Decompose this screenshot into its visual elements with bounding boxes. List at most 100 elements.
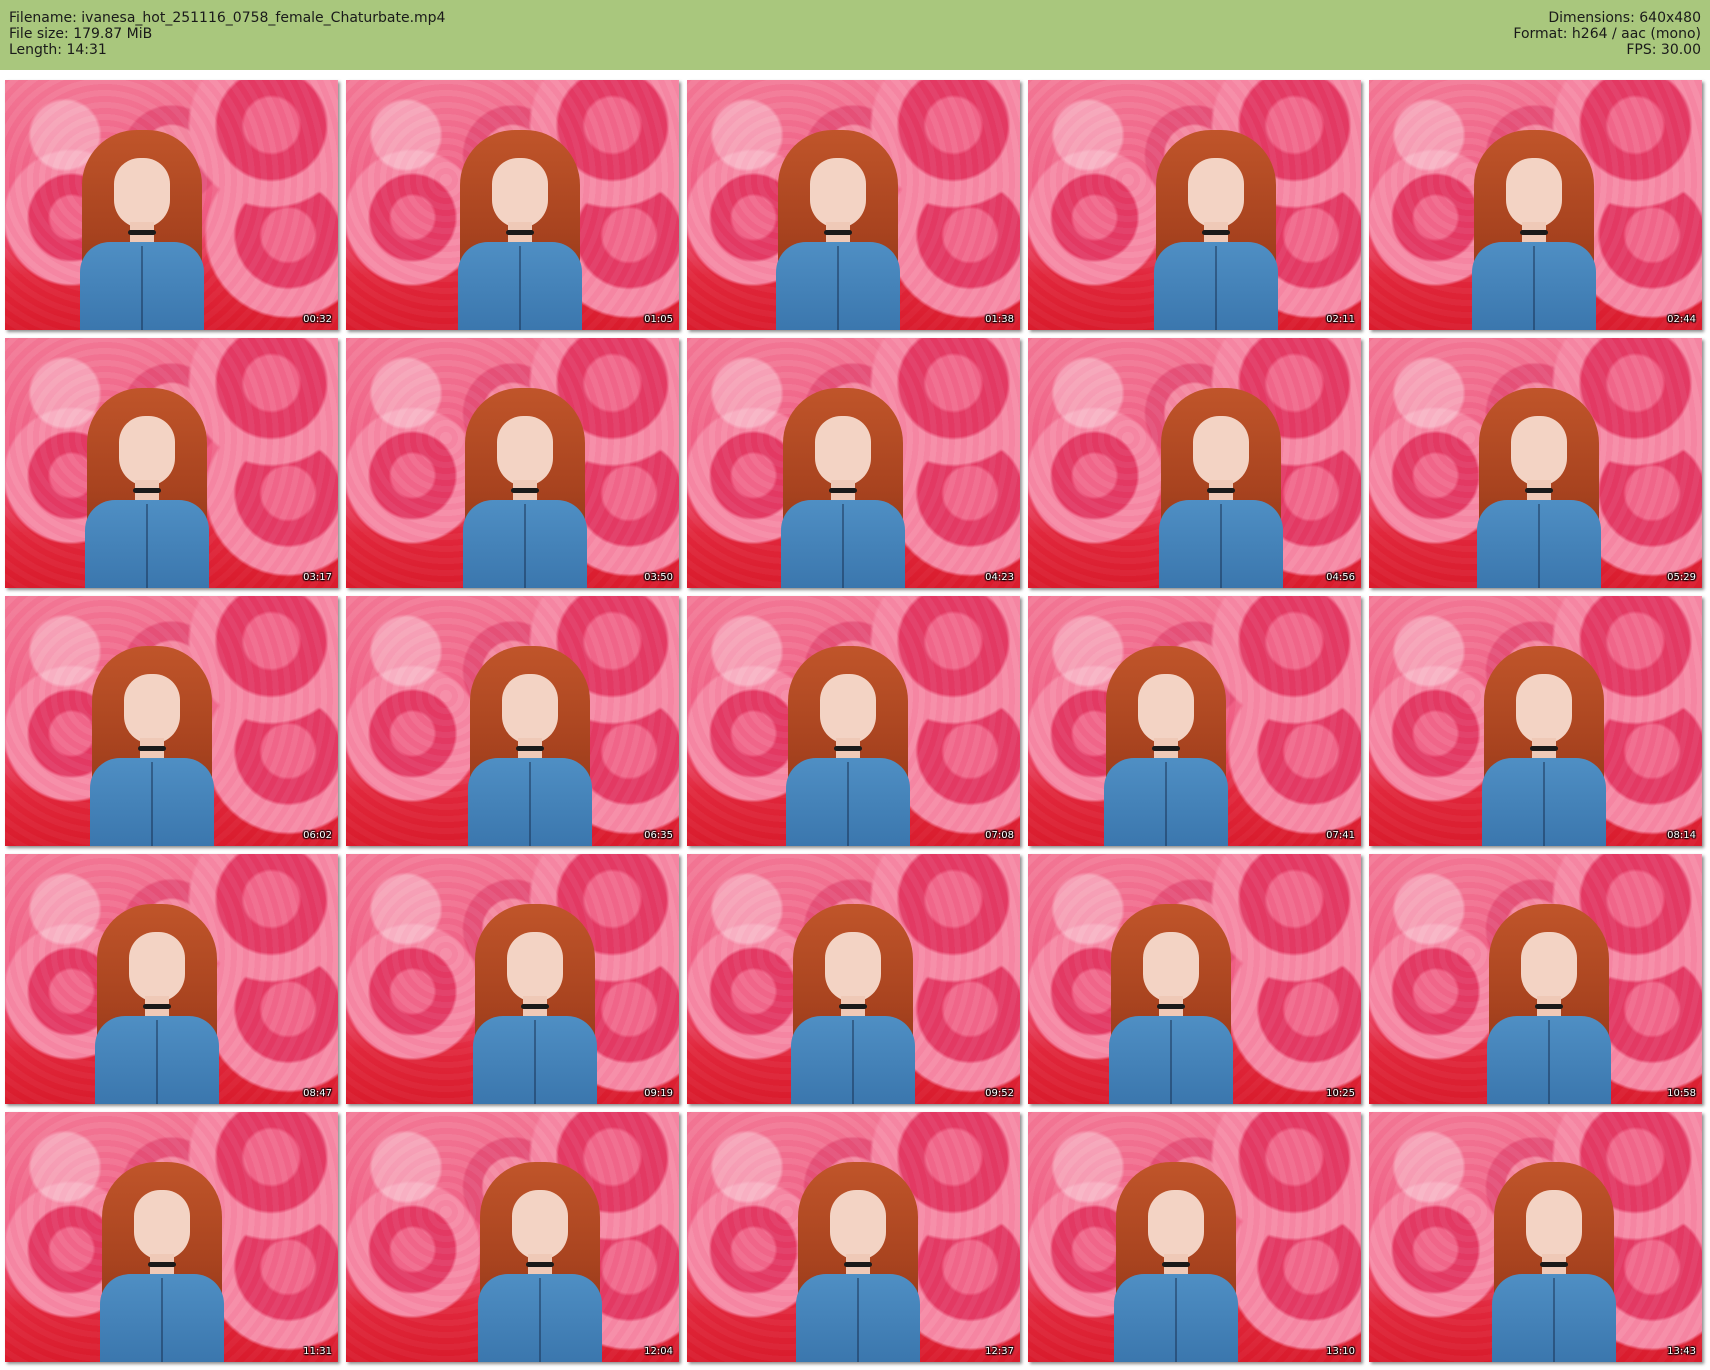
filename-text: Filename: ivanesa_hot_251116_0758_female… (9, 10, 446, 26)
figure-face (1510, 416, 1567, 486)
video-thumbnail[interactable]: 12:04 (346, 1112, 679, 1362)
person-figure (1091, 904, 1251, 1104)
thumbnail-timestamp: 05:29 (1667, 572, 1696, 583)
video-thumbnail[interactable]: 00:32 (5, 80, 338, 330)
video-thumbnail[interactable]: 08:47 (5, 854, 338, 1104)
dimensions-text: Dimensions: 640x480 (1548, 10, 1701, 26)
figure-choker (1519, 230, 1548, 235)
video-thumbnail[interactable]: 08:14 (1369, 596, 1702, 846)
person-figure (1454, 130, 1614, 330)
figure-shirt (1481, 758, 1606, 846)
video-thumbnail[interactable]: 06:35 (346, 596, 679, 846)
figure-shirt (1158, 500, 1283, 588)
figure-choker (1529, 746, 1558, 751)
figure-shirt (84, 500, 209, 588)
figure-shirt (477, 1274, 602, 1362)
video-thumbnail[interactable]: 12:37 (687, 1112, 1020, 1362)
figure-face (113, 158, 170, 228)
figure-shirt (1491, 1274, 1616, 1362)
person-figure (455, 904, 615, 1104)
person-figure (1459, 388, 1619, 588)
figure-choker (1201, 230, 1230, 235)
thumbnail-timestamp: 04:56 (1326, 572, 1355, 583)
video-thumbnail[interactable]: 13:43 (1369, 1112, 1702, 1362)
person-figure (1469, 904, 1629, 1104)
figure-face (1505, 158, 1562, 228)
thumbnail-timestamp: 01:05 (644, 314, 673, 325)
person-figure (440, 130, 600, 330)
video-thumbnail[interactable]: 06:02 (5, 596, 338, 846)
video-thumbnail[interactable]: 02:44 (1369, 80, 1702, 330)
figure-face (1515, 674, 1572, 744)
figure-shirt (1103, 758, 1228, 846)
video-thumbnail[interactable]: 03:50 (346, 338, 679, 588)
person-figure (460, 1162, 620, 1362)
figure-shirt (1153, 242, 1278, 330)
figure-choker (520, 1004, 549, 1009)
thumbnail-timestamp: 08:47 (303, 1088, 332, 1099)
thumbnail-timestamp: 10:25 (1326, 1088, 1355, 1099)
video-thumbnail[interactable]: 01:38 (687, 80, 1020, 330)
thumbnail-timestamp: 02:44 (1667, 314, 1696, 325)
person-figure (768, 646, 928, 846)
thumbnail-timestamp: 06:02 (303, 830, 332, 841)
figure-choker (1534, 1004, 1563, 1009)
stream-info: Dimensions: 640x480 Format: h264 / aac (… (1513, 10, 1701, 58)
figure-face (496, 416, 553, 486)
figure-face (1147, 1190, 1204, 1260)
figure-choker (1524, 488, 1553, 493)
thumbnail-grid: 00:32 01:05 01:38 02:11 02:44 03:17 03:50 04:23… (0, 70, 1710, 1370)
video-thumbnail[interactable]: 04:56 (1028, 338, 1361, 588)
figure-shirt (89, 758, 214, 846)
figure-shirt (1486, 1016, 1611, 1104)
figure-face (809, 158, 866, 228)
figure-shirt (1108, 1016, 1233, 1104)
figure-shirt (457, 242, 582, 330)
figure-choker (1161, 1262, 1190, 1267)
video-thumbnail[interactable]: 07:08 (687, 596, 1020, 846)
video-thumbnail[interactable]: 04:23 (687, 338, 1020, 588)
figure-face (501, 674, 558, 744)
figure-face (824, 932, 881, 1002)
video-thumbnail[interactable]: 11:31 (5, 1112, 338, 1362)
figure-face (506, 932, 563, 1002)
figure-face (1520, 932, 1577, 1002)
figure-shirt (1471, 242, 1596, 330)
video-thumbnail[interactable]: 07:41 (1028, 596, 1361, 846)
figure-choker (833, 746, 862, 751)
thumbnail-timestamp: 13:43 (1667, 1346, 1696, 1357)
video-thumbnail[interactable]: 09:19 (346, 854, 679, 1104)
person-figure (1474, 1162, 1634, 1362)
person-figure (778, 1162, 938, 1362)
length-text: Length: 14:31 (9, 42, 107, 58)
video-thumbnail[interactable]: 10:58 (1369, 854, 1702, 1104)
video-thumbnail[interactable]: 01:05 (346, 80, 679, 330)
thumbnail-timestamp: 12:04 (644, 1346, 673, 1357)
figure-face (1137, 674, 1194, 744)
thumbnail-timestamp: 12:37 (985, 1346, 1014, 1357)
figure-shirt (775, 242, 900, 330)
figure-face (1187, 158, 1244, 228)
person-figure (1136, 130, 1296, 330)
person-figure (450, 646, 610, 846)
video-thumbnail[interactable]: 05:29 (1369, 338, 1702, 588)
thumbnail-timestamp: 00:32 (303, 314, 332, 325)
figure-face (133, 1190, 190, 1260)
file-info: Filename: ivanesa_hot_251116_0758_female… (9, 10, 445, 58)
figure-choker (127, 230, 156, 235)
thumbnail-timestamp: 13:10 (1326, 1346, 1355, 1357)
figure-face (1192, 416, 1249, 486)
video-thumbnail[interactable]: 13:10 (1028, 1112, 1361, 1362)
thumbnail-timestamp: 02:11 (1326, 314, 1355, 325)
video-thumbnail[interactable]: 09:52 (687, 854, 1020, 1104)
thumbnail-timestamp: 07:41 (1326, 830, 1355, 841)
video-thumbnail[interactable]: 10:25 (1028, 854, 1361, 1104)
figure-face (123, 674, 180, 744)
figure-shirt (780, 500, 905, 588)
figure-choker (843, 1262, 872, 1267)
video-thumbnail[interactable]: 02:11 (1028, 80, 1361, 330)
thumbnail-timestamp: 11:31 (303, 1346, 332, 1357)
video-thumbnail[interactable]: 03:17 (5, 338, 338, 588)
person-figure (67, 388, 227, 588)
figure-choker (142, 1004, 171, 1009)
